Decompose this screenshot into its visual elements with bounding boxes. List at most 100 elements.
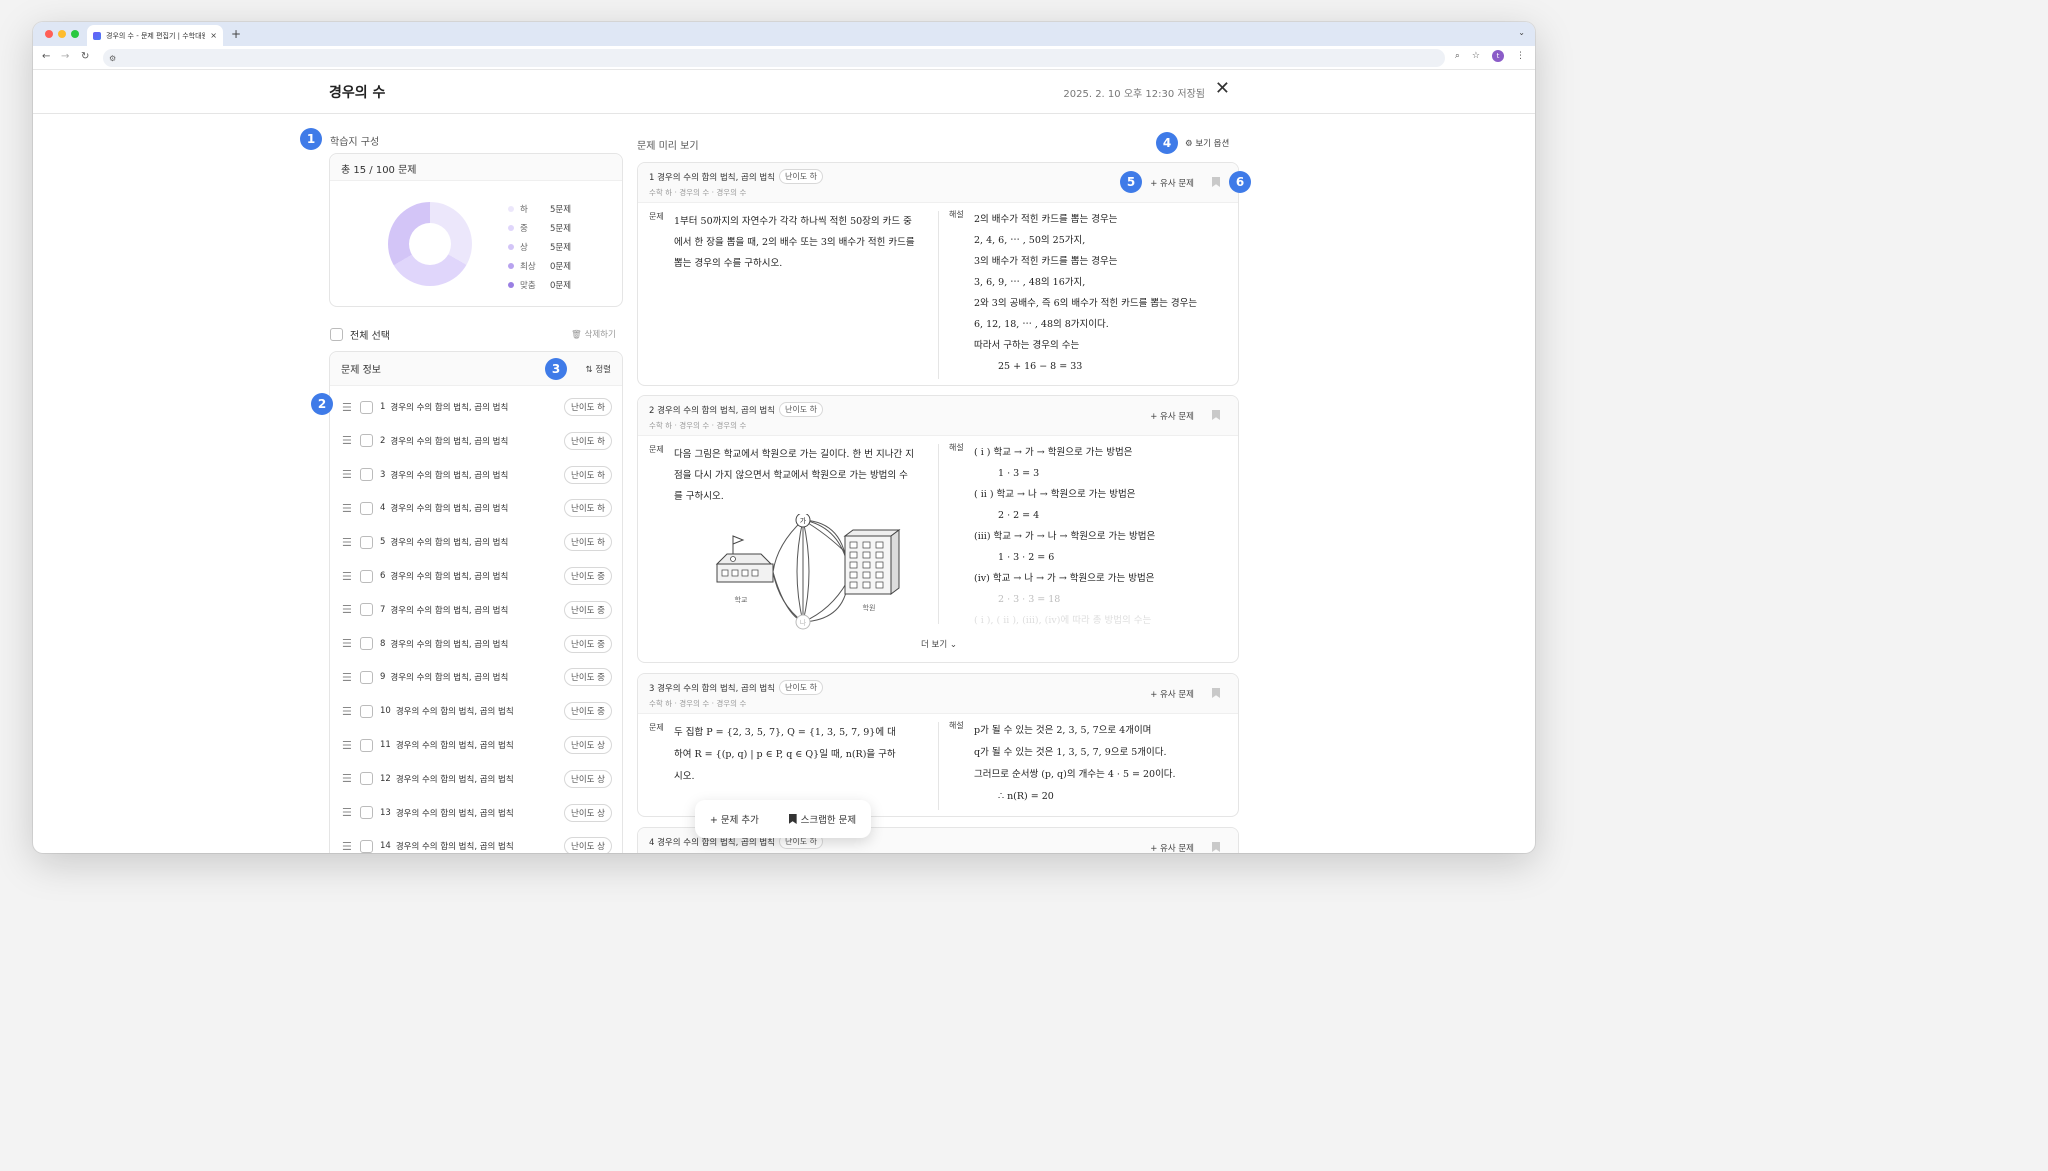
show-more-button[interactable]: 더 보기 ⌄ (921, 638, 957, 650)
bookmark-icon[interactable] (1212, 410, 1220, 420)
problem-checkbox[interactable] (360, 501, 373, 515)
tab-close-icon[interactable]: × (210, 31, 217, 40)
bookmark-star-icon[interactable]: ☆ (1472, 51, 1480, 61)
sort-button[interactable]: ⇅ 정렬 (586, 363, 611, 375)
problem-list-row[interactable]: ☰ 5 경우의 수의 합의 법칙, 곱의 법칙 난이도 하 (330, 525, 622, 559)
problem-number: 13 (380, 807, 391, 818)
scrapped-problems-button[interactable]: 스크랩한 문제 (788, 812, 856, 826)
problem-list-row[interactable]: ☰ 8 경우의 수의 합의 법칙, 곱의 법칙 난이도 중 (330, 627, 622, 661)
problem-checkbox[interactable] (360, 468, 373, 482)
academy-label: 학원 (863, 603, 876, 612)
window-pane (849, 581, 858, 589)
close-window-button[interactable] (45, 30, 53, 38)
similar-problem-button[interactable]: + 유사 문제 (1150, 177, 1194, 189)
solution-line: (iv) 학교 → 나 → 가 → 학원으로 가는 방법은 (974, 573, 1155, 584)
problem-checkbox[interactable] (360, 738, 373, 752)
problem-checkbox[interactable] (360, 603, 373, 617)
problem-list-row[interactable]: ☰ 7 경우의 수의 합의 법칙, 곱의 법칙 난이도 중 (330, 593, 622, 627)
solution-line: q가 될 수 있는 것은 1, 3, 5, 7, 9으로 5개이다. (974, 747, 1167, 758)
drag-handle-icon[interactable]: ☰ (342, 840, 358, 853)
delete-button[interactable]: 🗑 삭제하기 (571, 328, 616, 340)
problem-checkbox[interactable] (360, 806, 373, 820)
address-input[interactable]: ⚙ (103, 49, 1445, 67)
close-editor-icon[interactable]: ✕ (1215, 80, 1230, 98)
problem-list-row[interactable]: ☰ 14 경우의 수의 합의 법칙, 곱의 법칙 난이도 상 (330, 829, 622, 853)
drag-handle-icon[interactable]: ☰ (342, 806, 358, 819)
drag-handle-icon[interactable]: ☰ (342, 603, 358, 616)
problem-checkbox[interactable] (360, 637, 373, 651)
problem-list-row[interactable]: ☰ 2 경우의 수의 합의 법칙, 곱의 법칙 난이도 하 (330, 424, 622, 458)
forward-icon[interactable]: → (61, 51, 69, 62)
legend-item: 맞춤 0문제 (508, 275, 571, 294)
problem-tag: 문제 (649, 212, 664, 221)
drag-handle-icon[interactable]: ☰ (342, 434, 358, 447)
difficulty-badge: 난이도 중 (564, 600, 612, 619)
drag-handle-icon[interactable]: ☰ (342, 671, 358, 684)
drag-handle-icon[interactable]: ☰ (342, 772, 358, 785)
problem-number: 1 (380, 402, 386, 412)
problem-checkbox[interactable] (360, 704, 373, 718)
difficulty-badge: 난이도 중 (564, 634, 612, 653)
problem-list-row[interactable]: ☰ 11 경우의 수의 합의 법칙, 곱의 법칙 난이도 상 (330, 728, 622, 762)
drag-handle-icon[interactable]: ☰ (342, 502, 358, 515)
window-pane (875, 571, 884, 579)
browser-menu-icon[interactable]: ⋮ (1516, 51, 1525, 61)
legend-label: 최상 (520, 261, 536, 272)
bookmark-icon[interactable] (1212, 842, 1220, 852)
legend-count: 5문제 (550, 223, 572, 234)
profile-avatar[interactable]: t (1492, 50, 1504, 62)
drag-handle-icon[interactable]: ☰ (342, 536, 358, 549)
problem-checkbox[interactable] (360, 670, 373, 684)
similar-problem-button[interactable]: + 유사 문제 (1150, 410, 1194, 422)
problem-list-row[interactable]: ☰ 4 경우의 수의 합의 법칙, 곱의 법칙 난이도 하 (330, 491, 622, 525)
problem-list-row[interactable]: ☰ 13 경우의 수의 합의 법칙, 곱의 법칙 난이도 상 (330, 796, 622, 830)
zoom-icon[interactable]: ⌕ (1455, 51, 1460, 61)
problem-checkbox[interactable] (360, 434, 373, 448)
solution-line: ( i ) 학교 → 가 → 학원으로 가는 방법은 (974, 447, 1133, 458)
select-all[interactable]: 전체 선택 (330, 327, 390, 342)
legend-label: 중 (520, 223, 528, 234)
problem-checkbox[interactable] (360, 535, 373, 549)
view-options-button[interactable]: ⚙ 보기 옵션 (1185, 137, 1229, 149)
drag-handle-icon[interactable]: ☰ (342, 401, 358, 414)
maximize-window-button[interactable] (71, 30, 79, 38)
difficulty-badge: 난이도 하 (564, 533, 612, 552)
browser-tab[interactable]: 경우의 수 - 문제 편집기 | 수학대왕 × (87, 25, 223, 46)
bookmark-icon[interactable] (1212, 688, 1220, 698)
problem-checkbox[interactable] (360, 400, 373, 414)
problem-title: 경우의 수의 합의 법칙, 곱의 법칙 (395, 741, 514, 751)
drag-handle-icon[interactable]: ☰ (342, 468, 358, 481)
problem-checkbox[interactable] (360, 839, 373, 853)
similar-problem-button[interactable]: + 유사 문제 (1150, 842, 1194, 853)
problem-list-row[interactable]: ☰ 10 경우의 수의 합의 법칙, 곱의 법칙 난이도 중 (330, 694, 622, 728)
tab-list-chevron-icon[interactable]: ⌄ (1518, 28, 1525, 37)
select-all-label: 전체 선택 (350, 331, 390, 342)
problem-list-row[interactable]: ☰ 9 경우의 수의 합의 법칙, 곱의 법칙 난이도 중 (330, 660, 622, 694)
problem-number: 7 (380, 604, 386, 615)
problem-list-row[interactable]: ☰ 12 경우의 수의 합의 법칙, 곱의 법칙 난이도 상 (330, 762, 622, 796)
similar-problem-button[interactable]: + 유사 문제 (1150, 688, 1194, 700)
difficulty-badge: 난이도 상 (564, 837, 612, 853)
back-icon[interactable]: ← (42, 51, 50, 62)
problem-list-row[interactable]: ☰ 6 경우의 수의 합의 법칙, 곱의 법칙 난이도 중 (330, 559, 622, 593)
new-tab-button[interactable]: + (231, 27, 241, 41)
solution-line: 2와 3의 공배수, 즉 6의 배수가 적힌 카드를 뽑는 경우는 (974, 298, 1198, 309)
add-problem-button[interactable]: + 문제 추가 (710, 812, 759, 826)
reload-icon[interactable]: ↻ (81, 51, 89, 62)
drag-handle-icon[interactable]: ☰ (342, 739, 358, 752)
problem-checkbox[interactable] (360, 772, 373, 786)
minimize-window-button[interactable] (58, 30, 66, 38)
drag-handle-icon[interactable]: ☰ (342, 705, 358, 718)
problem-checkbox[interactable] (360, 569, 373, 583)
difficulty-badge: 난이도 중 (564, 702, 612, 721)
drag-handle-icon[interactable]: ☰ (342, 637, 358, 650)
bookmark-icon[interactable] (1212, 177, 1220, 187)
problem-list-row[interactable]: ☰ 3 경우의 수의 합의 법칙, 곱의 법칙 난이도 하 (330, 458, 622, 492)
solution-line: 그러므로 순서쌍 (p, q)의 개수는 4 · 5 = 20이다. (974, 769, 1176, 780)
site-settings-icon[interactable]: ⚙ (109, 54, 116, 63)
select-all-checkbox[interactable] (330, 328, 343, 341)
problem-title: 경우의 수의 합의 법칙, 곱의 법칙 (390, 673, 509, 684)
problem-list-row[interactable]: ☰ 1 경우의 수의 합의 법칙, 곱의 법칙 난이도 하 (330, 390, 622, 424)
solution-tag: 해설 (949, 210, 964, 219)
drag-handle-icon[interactable]: ☰ (342, 570, 358, 583)
